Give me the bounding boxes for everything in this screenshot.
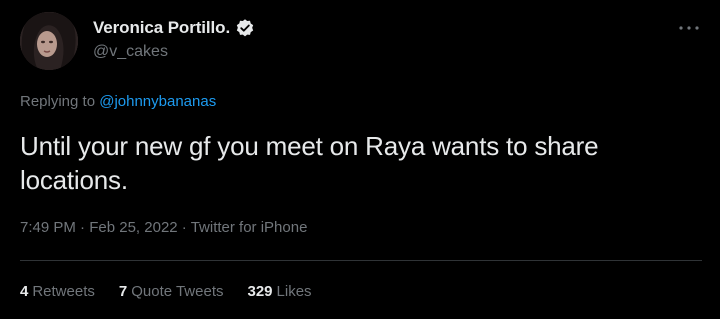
display-name[interactable]: Veronica Portillo. bbox=[93, 18, 230, 38]
meta-separator: · bbox=[177, 219, 191, 236]
retweets-count: 4 bbox=[20, 283, 29, 300]
divider bbox=[20, 260, 702, 261]
tweet-date[interactable]: Feb 25, 2022 bbox=[89, 219, 177, 236]
likes-count: 329 bbox=[247, 283, 273, 300]
tweet-card: Veronica Portillo. @v_cakes Replying to … bbox=[0, 0, 720, 319]
tweet-stats: 4 Retweets 7 Quote Tweets 329 Likes bbox=[20, 283, 336, 300]
replying-to-label: Replying to bbox=[20, 93, 100, 110]
verified-badge-icon bbox=[235, 18, 255, 38]
quote-tweets-stat[interactable]: 7 Quote Tweets bbox=[119, 283, 224, 300]
quote-tweets-label: Quote Tweets bbox=[131, 283, 224, 300]
tweet-source[interactable]: Twitter for iPhone bbox=[191, 219, 308, 236]
tweet-text: Until your new gf you meet on Raya wants… bbox=[20, 131, 599, 195]
tweet-meta: 7:49 PM · Feb 25, 2022 · Twitter for iPh… bbox=[20, 219, 307, 236]
quote-tweets-count: 7 bbox=[118, 283, 128, 300]
retweets-label: Retweets bbox=[32, 283, 95, 300]
retweets-stat[interactable]: 4 Retweets bbox=[20, 283, 95, 300]
more-options-icon[interactable] bbox=[678, 22, 700, 32]
reply-handle-link[interactable]: @johnnybananas bbox=[99, 93, 216, 110]
name-row: Veronica Portillo. bbox=[93, 16, 255, 40]
tweet-time[interactable]: 7:49 PM bbox=[20, 219, 76, 236]
replying-to: Replying to @johnnybananas bbox=[20, 93, 216, 110]
meta-separator: · bbox=[75, 219, 90, 236]
user-handle[interactable]: @v_cakes bbox=[93, 43, 168, 61]
likes-stat[interactable]: 329 Likes bbox=[248, 283, 312, 300]
likes-label: Likes bbox=[276, 283, 312, 300]
avatar[interactable] bbox=[20, 12, 78, 70]
